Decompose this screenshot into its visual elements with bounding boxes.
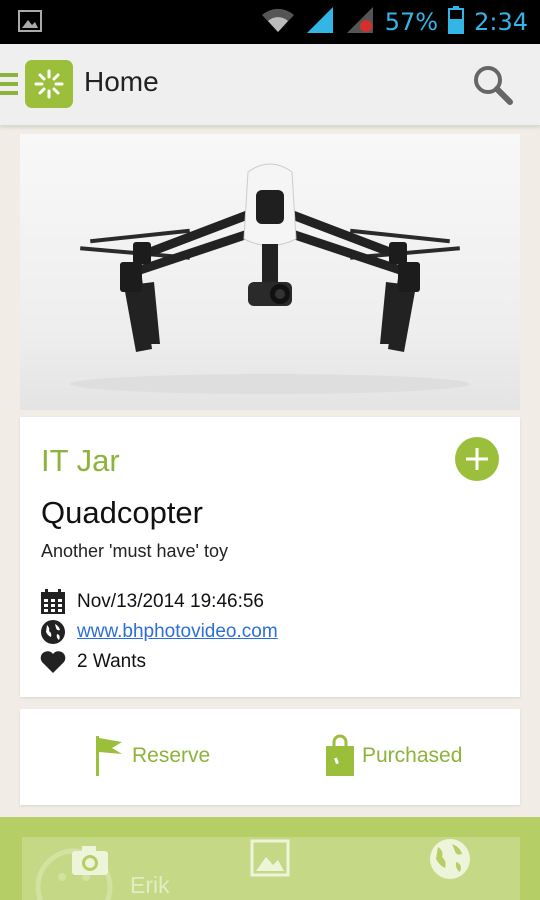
camera-icon[interactable] <box>70 843 110 881</box>
reserve-label: Reserve <box>132 744 211 767</box>
wifi-icon <box>261 7 295 37</box>
app-logo-icon[interactable] <box>25 60 73 108</box>
user-name: Erik <box>130 872 170 898</box>
purchased-label: Purchased <box>362 744 463 767</box>
action-bar: Home <box>0 44 540 126</box>
globe-icon <box>39 619 67 645</box>
clock: 2:34 <box>474 8 528 36</box>
item-date: Nov/13/2014 19:46:56 <box>77 591 264 612</box>
item-url-link[interactable]: www.bhphotovideo.com <box>77 621 278 643</box>
product-image[interactable] <box>20 134 520 410</box>
url-row: www.bhphotovideo.com <box>39 619 278 645</box>
plus-icon <box>466 448 488 470</box>
actions-card: Reserve Purchased <box>20 709 520 805</box>
shopping-bag-icon <box>326 734 354 776</box>
image-notification-icon <box>18 10 42 36</box>
search-icon[interactable] <box>470 62 516 108</box>
bottom-bar: Erik <box>0 817 540 900</box>
battery-icon <box>448 6 465 38</box>
globe-icon[interactable] <box>428 837 472 885</box>
menu-icon[interactable] <box>0 71 20 97</box>
purchased-button[interactable]: Purchased <box>324 734 462 778</box>
signal-roaming-icon <box>345 6 375 38</box>
heart-icon <box>39 649 67 675</box>
reserve-button[interactable]: Reserve <box>94 734 210 778</box>
item-title: Quadcopter <box>41 495 203 530</box>
page-title: Home <box>84 66 159 97</box>
status-bar: 57% 2:34 <box>0 0 540 44</box>
item-description: Another 'must have' toy <box>41 541 228 561</box>
wants-count: 2 Wants <box>77 651 146 672</box>
item-card: IT Jar Quadcopter Another 'must have' to… <box>20 417 520 697</box>
flag-icon <box>96 736 122 776</box>
battery-percent: 57% <box>384 8 439 36</box>
add-button[interactable] <box>455 437 499 481</box>
jar-name[interactable]: IT Jar <box>41 443 120 479</box>
gallery-icon[interactable] <box>250 839 290 881</box>
wants-row: 2 Wants <box>39 649 146 675</box>
calendar-icon <box>39 589 67 615</box>
date-row: Nov/13/2014 19:46:56 <box>39 589 264 615</box>
signal-icon <box>305 6 335 38</box>
